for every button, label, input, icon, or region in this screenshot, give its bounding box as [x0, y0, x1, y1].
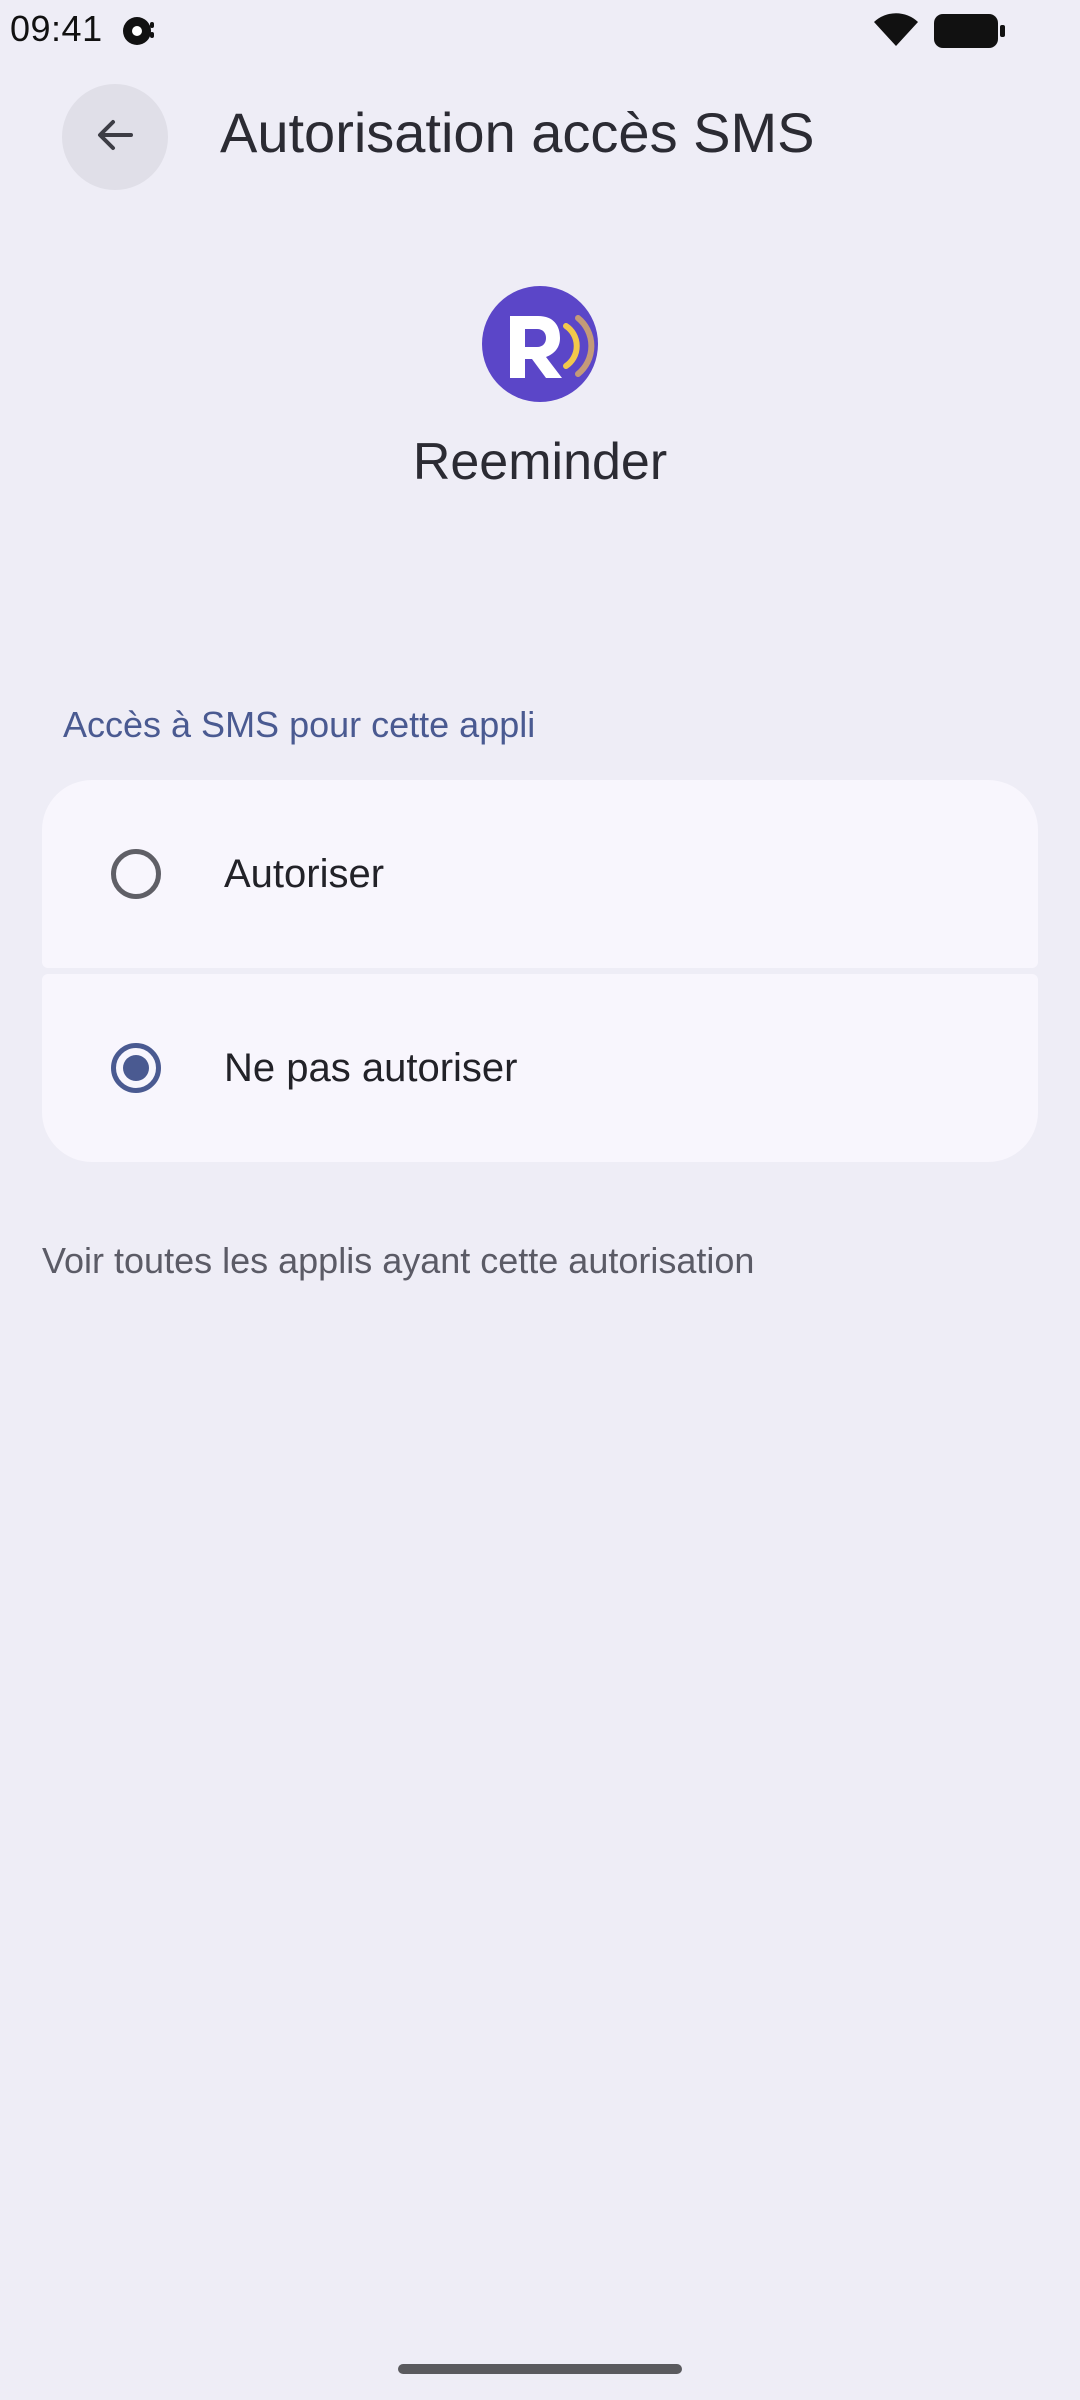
app-notification-icon [120, 14, 156, 48]
option-allow-label: Autoriser [224, 851, 385, 896]
battery-icon [934, 14, 1006, 48]
wifi-icon [872, 12, 920, 48]
radio-selected-icon[interactable] [110, 1042, 162, 1094]
option-allow[interactable]: Autoriser [42, 780, 1038, 968]
app-name: Reeminder [412, 433, 668, 491]
gesture-nav-handle[interactable] [398, 2364, 682, 2374]
radio-unselected-icon[interactable] [110, 848, 162, 900]
section-header: Accès à SMS pour cette appli [63, 704, 536, 745]
option-deny[interactable]: Ne pas autoriser [42, 974, 1038, 1162]
back-button[interactable] [62, 84, 168, 190]
status-bar: 09:41 [0, 0, 1080, 60]
option-deny-label: Ne pas autoriser [224, 1045, 518, 1090]
permission-options: Autoriser Ne pas autoriser [42, 780, 1038, 1162]
see-all-apps-link[interactable]: Voir toutes les applis ayant cette autor… [42, 1240, 754, 1282]
reeminder-logo-icon [482, 286, 598, 402]
arrow-back-icon [91, 111, 139, 164]
status-time: 09:41 [10, 8, 103, 49]
page-title: Autorisation accès SMS [220, 101, 815, 164]
